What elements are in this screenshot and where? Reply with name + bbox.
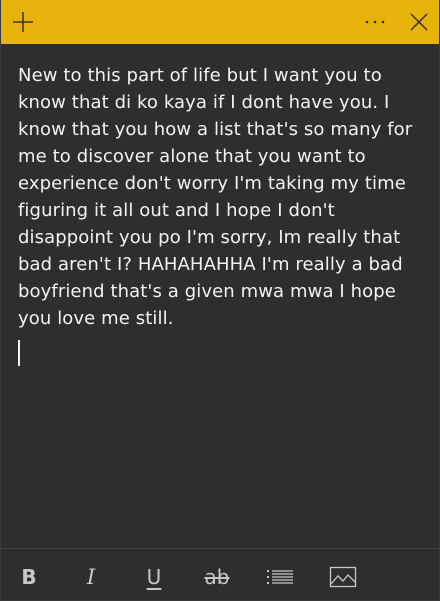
bold-button[interactable]: B xyxy=(9,559,49,595)
titlebar xyxy=(1,0,439,44)
strikethrough-button[interactable]: ab xyxy=(197,559,237,595)
underline-button[interactable]: U xyxy=(134,559,174,595)
close-button[interactable] xyxy=(397,0,440,44)
note-text-area[interactable]: New to this part of life but I want you … xyxy=(18,62,428,332)
bulleted-list-button[interactable] xyxy=(260,559,300,595)
image-icon xyxy=(329,566,357,588)
plus-icon xyxy=(13,12,33,32)
insert-image-button[interactable] xyxy=(323,559,363,595)
sticky-note-window: New to this part of life but I want you … xyxy=(0,0,440,601)
ellipsis-icon xyxy=(365,20,385,24)
close-icon xyxy=(410,13,428,31)
bulleted-list-icon xyxy=(267,570,293,584)
new-note-button[interactable] xyxy=(1,0,45,44)
formatting-toolbar: B I U ab xyxy=(1,548,439,601)
text-caret xyxy=(18,340,20,366)
italic-button[interactable]: I xyxy=(71,559,111,595)
more-options-button[interactable] xyxy=(353,0,397,44)
